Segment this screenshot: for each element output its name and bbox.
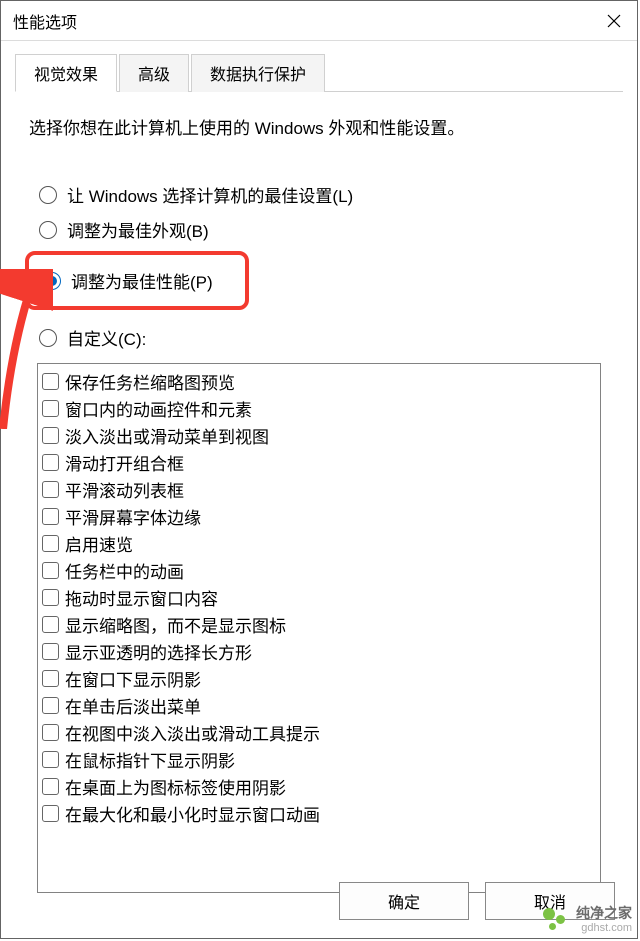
checkbox-icon: [42, 643, 59, 660]
checkbox-label: 显示亚透明的选择长方形: [65, 639, 252, 664]
checkbox-item[interactable]: 平滑滚动列表框: [42, 476, 596, 503]
radio-label: 自定义(C):: [67, 325, 146, 350]
radio-icon: [43, 272, 61, 290]
checkbox-item[interactable]: 在鼠标指针下显示阴影: [42, 746, 596, 773]
checkbox-item[interactable]: 在视图中淡入淡出或滑动工具提示: [42, 719, 596, 746]
checkbox-label: 任务栏中的动画: [65, 558, 184, 583]
radio-icon: [39, 186, 57, 204]
watermark-line1: 纯净之家: [576, 906, 632, 921]
checkbox-item[interactable]: 在单击后淡出菜单: [42, 692, 596, 719]
checkbox-icon: [42, 400, 59, 417]
close-icon: [607, 14, 621, 28]
radio-group: 让 Windows 选择计算机的最佳设置(L) 调整为最佳外观(B) 调整为最佳…: [39, 179, 609, 353]
checkbox-icon: [42, 778, 59, 795]
checkbox-label: 保存任务栏缩略图预览: [65, 369, 235, 394]
checkbox-label: 在最大化和最小化时显示窗口动画: [65, 801, 320, 826]
checkbox-label: 显示缩略图，而不是显示图标: [65, 612, 286, 637]
checkbox-item[interactable]: 显示缩略图，而不是显示图标: [42, 611, 596, 638]
annotation-highlight-box: 调整为最佳性能(P): [25, 251, 249, 310]
checkbox-label: 在单击后淡出菜单: [65, 693, 201, 718]
checkbox-item[interactable]: 在最大化和最小化时显示窗口动画: [42, 800, 596, 827]
checkbox-label: 在窗口下显示阴影: [65, 666, 201, 691]
checkbox-icon: [42, 751, 59, 768]
radio-custom[interactable]: 自定义(C):: [39, 322, 609, 353]
checkbox-icon: [42, 805, 59, 822]
checkbox-item[interactable]: 淡入淡出或滑动菜单到视图: [42, 422, 596, 449]
radio-let-windows-choose[interactable]: 让 Windows 选择计算机的最佳设置(L): [39, 179, 609, 210]
radio-icon: [39, 221, 57, 239]
checkbox-item[interactable]: 在窗口下显示阴影: [42, 665, 596, 692]
checkbox-item[interactable]: 拖动时显示窗口内容: [42, 584, 596, 611]
checkbox-icon: [42, 508, 59, 525]
close-button[interactable]: [591, 1, 637, 41]
tab-strip: 视觉效果 高级 数据执行保护: [15, 53, 623, 92]
checkbox-label: 拖动时显示窗口内容: [65, 585, 218, 610]
checkbox-item[interactable]: 在桌面上为图标标签使用阴影: [42, 773, 596, 800]
radio-label: 让 Windows 选择计算机的最佳设置(L): [67, 182, 353, 207]
checkbox-item[interactable]: 窗口内的动画控件和元素: [42, 395, 596, 422]
radio-best-performance[interactable]: 调整为最佳性能(P): [43, 265, 231, 296]
checkbox-icon: [42, 427, 59, 444]
checkbox-item[interactable]: 保存任务栏缩略图预览: [42, 368, 596, 395]
checkbox-item[interactable]: 任务栏中的动画: [42, 557, 596, 584]
radio-label: 调整为最佳性能(P): [71, 268, 213, 293]
checkbox-icon: [42, 373, 59, 390]
checkbox-item[interactable]: 平滑屏幕字体边缘: [42, 503, 596, 530]
checkbox-list-panel: 保存任务栏缩略图预览 窗口内的动画控件和元素 淡入淡出或滑动菜单到视图 滑动打开…: [37, 363, 601, 893]
tab-advanced[interactable]: 高级: [119, 54, 189, 92]
performance-options-dialog: 性能选项 视觉效果 高级 数据执行保护 选择你想在此计算机上使用的 Window…: [0, 0, 638, 939]
tab-visual-effects[interactable]: 视觉效果: [15, 54, 117, 92]
checkbox-icon: [42, 454, 59, 471]
checkbox-label: 淡入淡出或滑动菜单到视图: [65, 423, 269, 448]
radio-best-appearance[interactable]: 调整为最佳外观(B): [39, 214, 609, 245]
checkbox-icon: [42, 616, 59, 633]
checkbox-icon: [42, 535, 59, 552]
tab-dep[interactable]: 数据执行保护: [191, 54, 325, 92]
watermark-logo-icon: [540, 905, 570, 935]
checkbox-label: 平滑屏幕字体边缘: [65, 504, 201, 529]
checkbox-label: 窗口内的动画控件和元素: [65, 396, 252, 421]
tab-content: 选择你想在此计算机上使用的 Windows 外观和性能设置。 让 Windows…: [1, 92, 637, 903]
checkbox-icon: [42, 562, 59, 579]
checkbox-label: 在鼠标指针下显示阴影: [65, 747, 235, 772]
checkbox-icon: [42, 481, 59, 498]
checkbox-icon: [42, 670, 59, 687]
checkbox-item[interactable]: 启用速览: [42, 530, 596, 557]
checkbox-item[interactable]: 滑动打开组合框: [42, 449, 596, 476]
watermark-line2: gdhst.com: [581, 922, 632, 934]
checkbox-item[interactable]: 显示亚透明的选择长方形: [42, 638, 596, 665]
checkbox-icon: [42, 697, 59, 714]
radio-icon: [39, 329, 57, 347]
watermark-text: 纯净之家 gdhst.com: [576, 906, 632, 933]
watermark: 纯净之家 gdhst.com: [540, 905, 632, 935]
checkbox-label: 启用速览: [65, 531, 133, 556]
checkbox-label: 在视图中淡入淡出或滑动工具提示: [65, 720, 320, 745]
checkbox-label: 在桌面上为图标标签使用阴影: [65, 774, 286, 799]
window-title: 性能选项: [13, 9, 77, 33]
checkbox-icon: [42, 589, 59, 606]
description-text: 选择你想在此计算机上使用的 Windows 外观和性能设置。: [29, 114, 609, 139]
titlebar: 性能选项: [1, 1, 637, 41]
ok-button[interactable]: 确定: [339, 882, 469, 920]
checkbox-label: 平滑滚动列表框: [65, 477, 184, 502]
radio-label: 调整为最佳外观(B): [67, 217, 209, 242]
checkbox-label: 滑动打开组合框: [65, 450, 184, 475]
checkbox-icon: [42, 724, 59, 741]
